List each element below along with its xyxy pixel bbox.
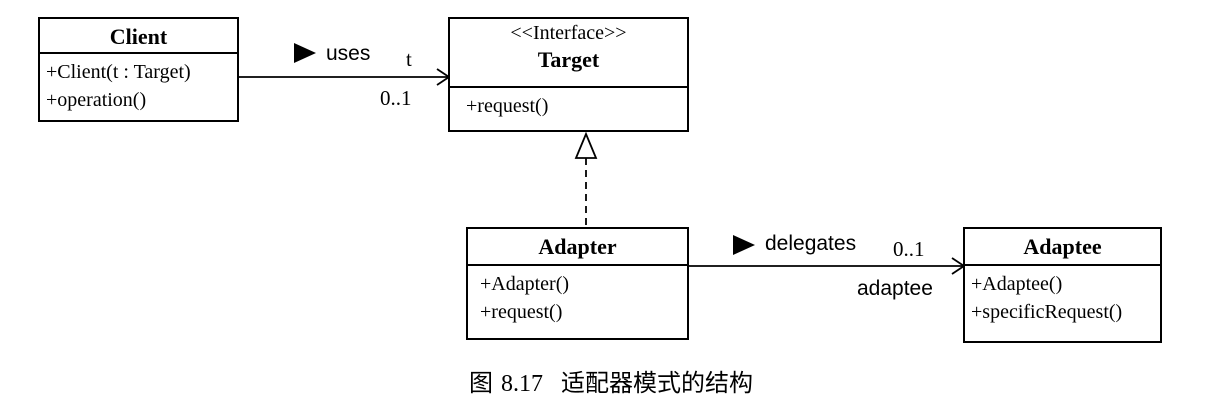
target-interface: <<Interface>> Target +request()	[448, 17, 689, 132]
delegates-direction-icon	[733, 235, 755, 255]
delegates-label: delegates	[765, 232, 857, 255]
client-operation: +operation()	[46, 89, 147, 111]
caption-text: 适配器模式的结构	[561, 369, 753, 397]
adaptee-class: Adaptee +Adaptee() +specificRequest()	[963, 227, 1162, 343]
uses-label: uses	[326, 42, 371, 65]
client-class: Client +Client(t : Target) +operation()	[38, 17, 239, 122]
client-class-header: Client	[40, 19, 237, 54]
caption-prefix: 图	[469, 369, 493, 397]
target-stereotype: <<Interface>>	[510, 22, 627, 44]
adaptee-operation: +specificRequest()	[971, 301, 1123, 323]
adapter-class-header: Adapter	[468, 229, 687, 266]
caption-number: 8.17	[501, 371, 543, 397]
adaptee-class-name: Adaptee	[1023, 234, 1102, 259]
uses-multiplicity: 0..1	[380, 86, 412, 110]
adapter-operation: +Adapter()	[480, 273, 570, 295]
figure-caption: 图 8.17 适配器模式的结构	[0, 368, 1222, 399]
adapter-class-operations: +Adapter() +request()	[468, 266, 687, 326]
delegates-multiplicity: 0..1	[893, 237, 925, 261]
target-interface-operations: +request()	[450, 88, 687, 120]
adaptee-operation: +Adaptee()	[971, 273, 1063, 295]
target-interface-name: Target	[537, 47, 600, 72]
adapter-class-name: Adapter	[538, 234, 617, 259]
uses-role-name: t	[406, 47, 412, 71]
adaptee-class-operations: +Adaptee() +specificRequest()	[965, 266, 1160, 326]
client-operation: +Client(t : Target)	[46, 61, 191, 83]
uses-direction-icon	[294, 43, 316, 63]
client-class-operations: +Client(t : Target) +operation()	[40, 54, 237, 114]
adaptee-class-header: Adaptee	[965, 229, 1160, 266]
target-operation: +request()	[466, 95, 549, 117]
realization-arrowhead	[574, 131, 598, 159]
client-class-name: Client	[109, 24, 168, 49]
adapter-operation: +request()	[480, 301, 563, 323]
target-interface-header: <<Interface>> Target	[450, 19, 687, 88]
delegates-role-name: adaptee	[857, 277, 933, 300]
adapter-class: Adapter +Adapter() +request()	[466, 227, 689, 340]
